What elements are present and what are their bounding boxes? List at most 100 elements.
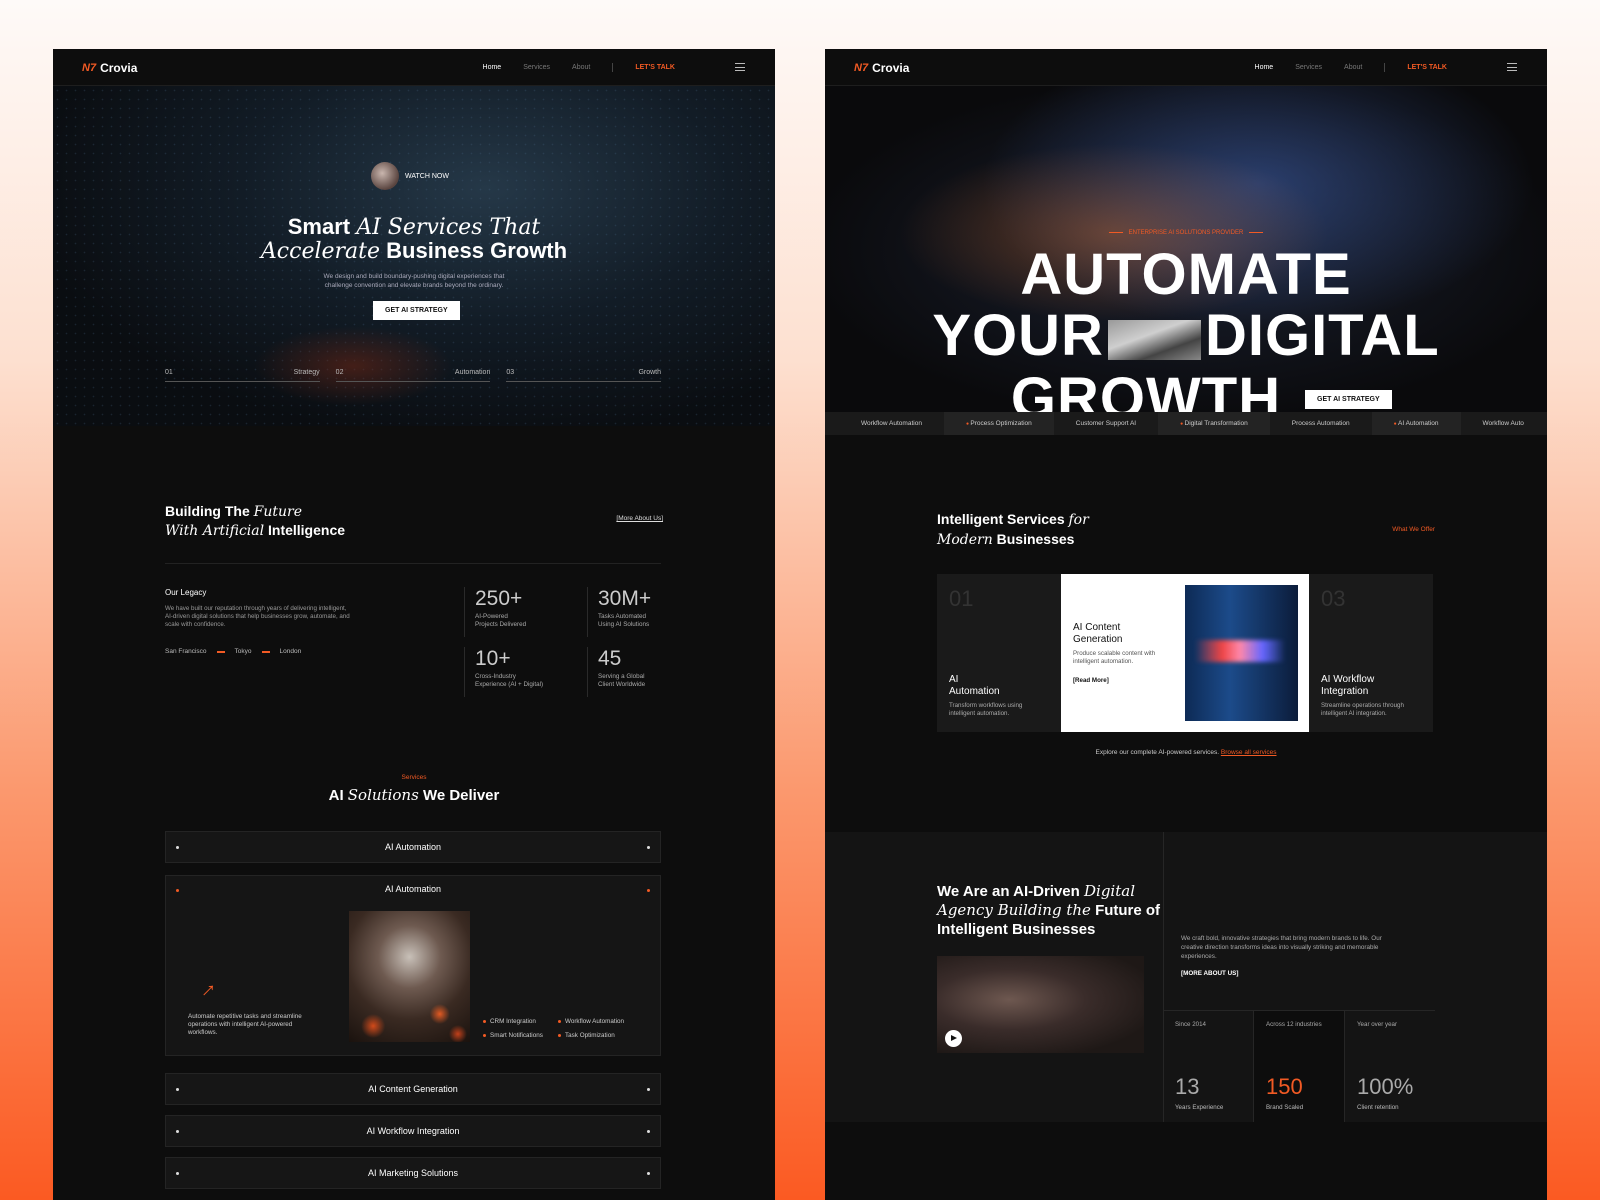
play-icon[interactable]: [945, 1030, 962, 1047]
stat-experience: 10+ Cross-Industry Experience (AI + Digi…: [464, 647, 543, 697]
accordion-label: AI Workflow Integration: [366, 1126, 460, 1136]
card-desc-line: intelligent automation.: [949, 710, 1010, 717]
page-mockup-left: N7 Crovia Home Services About LET'S TALK…: [53, 49, 775, 1200]
nav-lets-talk[interactable]: LET'S TALK: [1407, 64, 1447, 72]
nav-separator: [612, 63, 614, 72]
card-description: Streamline operations through intelligent…: [1321, 702, 1404, 718]
about-title: We Are an AI-Driven Digital Agency Build…: [937, 882, 1160, 939]
stat-label: Tasks Automated: [598, 613, 646, 620]
services-title-word: Businesses: [996, 531, 1075, 547]
light-streak-decoration: [1195, 640, 1285, 662]
nav-lets-talk[interactable]: LET'S TALK: [635, 64, 675, 72]
stat-label: Serving a Global: [598, 673, 645, 680]
services-title-italic: for: [1068, 512, 1089, 528]
legacy-title: Our Legacy: [165, 588, 207, 597]
card-title-line: Integration: [1321, 686, 1369, 697]
stat-label: Cross-Industry: [475, 673, 516, 680]
about-title-italic: Agency Building the: [937, 901, 1091, 919]
about-title-word: We Are an AI-Driven: [937, 883, 1080, 900]
watch-now-button[interactable]: WATCH NOW: [371, 162, 449, 190]
bullet-icon: [176, 1171, 179, 1175]
accordion-description: Automate repetitive tasks and streamline…: [188, 1013, 302, 1036]
step-number: 01: [165, 369, 173, 376]
more-about-us-link[interactable]: [MORE ABOUT US]: [1181, 970, 1238, 977]
card-title-line: AI Content: [1073, 622, 1121, 633]
arrow-up-right-icon[interactable]: →: [189, 971, 222, 1004]
hero-subtitle: We design and build boundary-pushing dig…: [53, 272, 775, 290]
card-title-line: Generation: [1073, 634, 1123, 645]
video-thumbnail[interactable]: [937, 956, 1144, 1053]
hero-headline-word: DIGITAL: [1204, 303, 1440, 368]
step-growth[interactable]: 03 Growth: [506, 369, 662, 382]
card-title: AI Automation: [949, 674, 1000, 698]
marquee-item: Process Automation: [1291, 420, 1350, 427]
card-desc-line: intelligent AI integration.: [1321, 710, 1387, 717]
step-automation[interactable]: 02 Automation: [335, 369, 491, 382]
stat-label: AI-Powered: [475, 613, 508, 620]
stat-retention: Year over year 100% Client retention: [1345, 1011, 1435, 1122]
logo-text: Crovia: [872, 61, 910, 75]
watch-now-label: WATCH NOW: [405, 172, 449, 180]
stat-label: Brand Scaled: [1266, 1104, 1304, 1111]
accordion-item[interactable]: AI Automation: [165, 831, 661, 863]
nav-home[interactable]: Home: [1255, 64, 1274, 72]
accordion-label: AI Automation: [384, 842, 442, 852]
get-ai-strategy-button[interactable]: GET AI STRATEGY: [1305, 390, 1392, 409]
hamburger-menu-icon[interactable]: [735, 63, 745, 71]
city-label: London: [279, 648, 302, 655]
services-title: AI Solutions We Deliver: [53, 786, 775, 804]
card-ai-workflow-integration[interactable]: 03 AI Workflow Integration Streamline ope…: [1309, 574, 1433, 732]
card-ai-automation[interactable]: 01 AI Automation Transform workflows usin…: [937, 574, 1061, 732]
hero-title-italic: Accelerate: [260, 239, 381, 264]
stat-caption: Since 2014: [1175, 1021, 1206, 1028]
stat-brands: Across 12 industries 150 Brand Scaled: [1254, 1011, 1345, 1122]
card-description: Produce scalable content with intelligent…: [1073, 650, 1155, 666]
accordion-item-expanded[interactable]: AI Automation → Automate repetitive task…: [165, 875, 661, 1056]
card-ai-content-generation[interactable]: AI Content Generation Produce scalable co…: [1061, 574, 1309, 732]
services-title: Intelligent Services for Modern Business…: [937, 510, 1089, 550]
hero-eyebrow: ENTERPRISE AI SOLUTIONS PROVIDER: [825, 230, 1547, 236]
eyebrow-line: [1108, 231, 1123, 233]
accordion-item[interactable]: AI Workflow Integration: [165, 1115, 661, 1147]
logo[interactable]: N7 Crovia: [82, 61, 137, 75]
nav-home[interactable]: Home: [483, 64, 502, 72]
services-marquee: Workflow Automation Process Optimization…: [825, 412, 1547, 435]
nav-about[interactable]: About: [1344, 64, 1362, 72]
hamburger-menu-icon[interactable]: [1507, 63, 1517, 71]
nav-about[interactable]: About: [572, 64, 590, 72]
read-more-link[interactable]: [Read More]: [1073, 677, 1109, 685]
about-title-word: Intelligence: [268, 522, 346, 538]
about-title-italic: Future: [253, 504, 303, 520]
city-label: San Francisco: [165, 648, 207, 655]
accordion-item[interactable]: AI Marketing Solutions: [165, 1157, 661, 1189]
services-tag: Services: [401, 774, 427, 781]
card-desc-line: intelligent automation.: [1073, 658, 1134, 665]
card-desc-line: Produce scalable content with: [1073, 650, 1156, 657]
stat-number: 150: [1266, 1074, 1303, 1099]
page-mockup-right: N7 Crovia Home Services About LET'S TALK…: [825, 49, 1547, 1200]
step-strategy[interactable]: 01 Strategy: [165, 369, 320, 382]
card-desc-line: Transform workflows using: [949, 702, 1023, 709]
bullet-icon: [647, 1087, 650, 1091]
stat-number: 100%: [1357, 1074, 1414, 1099]
accordion-item[interactable]: AI Content Generation: [165, 1073, 661, 1105]
legacy-text: We have built our reputation through yea…: [165, 605, 350, 628]
get-ai-strategy-button[interactable]: GET AI STRATEGY: [373, 301, 460, 320]
eyebrow-text: ENTERPRISE AI SOLUTIONS PROVIDER: [1128, 230, 1244, 236]
step-label: Automation: [454, 369, 491, 376]
hero-title-line-2: Accelerate Business Growth: [53, 239, 775, 264]
services-title-italic: Solutions: [347, 786, 419, 804]
logo[interactable]: N7 Crovia: [854, 61, 909, 75]
more-about-us-link[interactable]: [More About Us]: [616, 515, 663, 522]
nav-services[interactable]: Services: [523, 64, 550, 72]
stat-years: Since 2014 13 Years Experience: [1163, 1011, 1254, 1122]
feature-item: Workflow Automation: [558, 1018, 624, 1025]
what-we-offer-link[interactable]: What We Offer: [1392, 526, 1435, 533]
nav-services[interactable]: Services: [1295, 64, 1322, 72]
bullet-icon: [647, 845, 650, 849]
browse-all-services-link[interactable]: Browse all services: [1221, 749, 1277, 756]
logo-mark-icon: N7: [854, 62, 869, 74]
city-list: San Francisco Tokyo London: [165, 648, 301, 655]
card-desc-line: Streamline operations through: [1321, 702, 1404, 709]
about-title-word: Future of: [1095, 902, 1161, 919]
